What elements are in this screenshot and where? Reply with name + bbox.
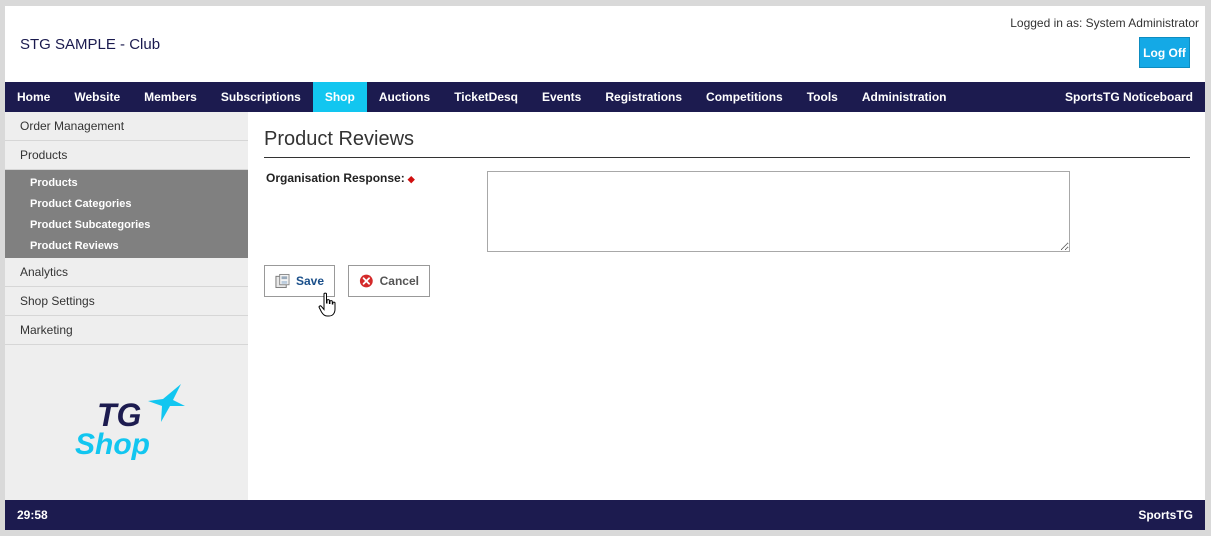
nav-ticketdesq[interactable]: TicketDesq [442,82,530,112]
submenu-item-product-reviews[interactable]: Product Reviews [5,235,248,256]
nav-shop[interactable]: Shop [312,82,367,112]
footer-brand: SportsTG [1138,508,1193,522]
required-icon: ◆ [407,174,415,184]
footer: 29:58 SportsTG [5,500,1205,530]
header: STG SAMPLE - Club Logged in as: System A… [5,6,1205,82]
star-icon [148,384,185,422]
nav-registrations[interactable]: Registrations [593,82,694,112]
main-nav: Home Website Members Subscriptions Shop … [5,82,1205,112]
nav-subscriptions[interactable]: Subscriptions [209,82,313,112]
sidebar-item-analytics[interactable]: Analytics [5,258,248,287]
sidebar-item-order-management[interactable]: Order Management [5,112,248,141]
nav-auctions[interactable]: Auctions [367,82,442,112]
main-content: Product Reviews Organisation Response: ◆ … [264,112,1190,500]
field-label-text: Organisation Response: [266,171,405,185]
nav-home[interactable]: Home [5,82,62,112]
submenu-item-product-subcategories[interactable]: Product Subcategories [5,214,248,235]
cancel-label: Cancel [379,274,419,288]
nav-tools[interactable]: Tools [795,82,850,112]
sidebar-submenu: Products Product Categories Product Subc… [5,170,248,258]
title-divider [264,157,1190,158]
session-timer: 29:58 [17,508,48,522]
cancel-button[interactable]: Cancel [348,265,430,297]
club-title: STG SAMPLE - Club [20,36,161,53]
sidebar: Order Management Products Products Produ… [5,112,248,500]
sidebar-item-marketing[interactable]: Marketing [5,316,248,345]
save-label: Save [295,274,324,288]
nav-members[interactable]: Members [132,82,209,112]
cancel-icon [359,274,373,288]
page-title: Product Reviews [264,128,415,150]
nav-competitions[interactable]: Competitions [694,82,795,112]
nav-events[interactable]: Events [530,82,593,112]
tg-shop-logo: TG Shop [75,384,185,461]
log-off-button[interactable]: Log Off [1139,37,1190,68]
logged-in-status: Logged in as: System Administrator [1010,16,1199,30]
nav-noticeboard[interactable]: SportsTG Noticeboard [1053,82,1205,112]
submenu-item-products[interactable]: Products [5,172,248,193]
nav-website[interactable]: Website [62,82,132,112]
nav-administration[interactable]: Administration [850,82,959,112]
organisation-response-label: Organisation Response: ◆ [266,171,415,185]
sidebar-item-products[interactable]: Products [5,141,248,170]
logo-shop-text: Shop [75,428,150,461]
hand-cursor-icon [318,292,336,317]
submenu-item-product-categories[interactable]: Product Categories [5,193,248,214]
app-frame: STG SAMPLE - Club Logged in as: System A… [5,6,1205,530]
organisation-response-field[interactable] [487,171,1070,252]
save-icon [275,273,290,289]
sidebar-item-shop-settings[interactable]: Shop Settings [5,287,248,316]
